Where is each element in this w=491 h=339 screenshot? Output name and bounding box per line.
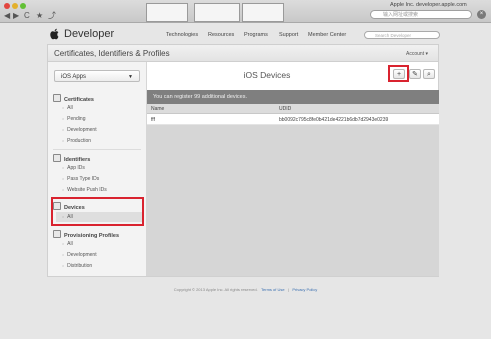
sidebar: iOS Apps ▼ Certificates All Pending Deve…: [48, 62, 147, 276]
chevron-down-icon: ▼: [128, 74, 133, 80]
platform-select[interactable]: iOS Apps ▼: [54, 70, 140, 82]
registration-banner: You can register 99 additional devices.: [147, 90, 439, 104]
tab-thumbnail[interactable]: [242, 3, 284, 22]
nav-resources[interactable]: Resources: [208, 32, 234, 38]
sidebar-item-certificates-production[interactable]: Production: [62, 138, 91, 144]
account-menu[interactable]: Account ▾: [406, 51, 428, 57]
platform-select-value: iOS Apps: [61, 74, 87, 80]
column-header-name[interactable]: Name: [151, 106, 164, 112]
address-bar[interactable]: 输入网址或搜索: [370, 10, 472, 19]
identifier-icon: [53, 154, 61, 162]
nav-technologies[interactable]: Technologies: [166, 32, 198, 38]
nav-member-center[interactable]: Member Center: [308, 32, 346, 38]
apple-logo-icon: [50, 28, 59, 40]
column-header-udid[interactable]: UDID: [279, 106, 291, 112]
sidebar-section-certificates[interactable]: Certificates: [53, 94, 94, 103]
table-header: Name UDID: [147, 104, 439, 114]
device-udid: bb0092c795c8fe0b421de4221b6db7d2943e0239: [279, 117, 389, 123]
nav-programs[interactable]: Programs: [244, 32, 268, 38]
certificate-icon: [53, 94, 61, 102]
sidebar-item-profiles-distribution[interactable]: Distribution: [62, 263, 92, 269]
search-icon[interactable]: ⌕: [423, 69, 435, 79]
sidebar-item-certificates-pending[interactable]: Pending: [62, 116, 85, 122]
page-heading: Certificates, Identifiers & Profiles: [54, 49, 170, 58]
reload-icon[interactable]: C: [24, 12, 30, 20]
device-name: fff: [151, 117, 155, 123]
copyright-text: Copyright © 2013 Apple Inc. All rights r…: [173, 287, 258, 292]
bookmark-icon[interactable]: ★: [36, 12, 43, 20]
sidebar-item-website-push-ids[interactable]: Website Push IDs: [62, 187, 107, 193]
divider: [53, 149, 141, 150]
page-title: Apple Inc. developer.apple.com: [390, 2, 467, 8]
search-input[interactable]: Search Developer: [364, 31, 440, 39]
privacy-link[interactable]: Privacy Policy: [292, 287, 317, 292]
forward-icon[interactable]: ▶: [13, 12, 19, 20]
search-placeholder: Search Developer: [375, 33, 412, 38]
zoom-window-button[interactable]: [20, 3, 26, 9]
empty-table-area: [147, 125, 439, 276]
profile-icon: [53, 230, 61, 238]
devices-highlight-box: [51, 197, 144, 226]
sidebar-section-label: Identifiers: [64, 157, 91, 163]
address-bar-placeholder: 输入网址或搜索: [383, 12, 419, 18]
nav-support[interactable]: Support: [279, 32, 298, 38]
close-icon[interactable]: ×: [477, 10, 486, 19]
section-titlebar: Certificates, Identifiers & Profiles Acc…: [47, 44, 439, 62]
add-button-highlight-box: [388, 65, 409, 82]
content-area: iOS Devices + ✎ ⌕ You can register 99 ad…: [147, 62, 439, 276]
brand-title[interactable]: Developer: [64, 28, 114, 40]
sidebar-section-provisioning-profiles[interactable]: Provisioning Profiles: [53, 230, 119, 239]
sidebar-item-pass-type-ids[interactable]: Pass Type IDs: [62, 176, 99, 182]
tab-thumbnail[interactable]: [194, 3, 240, 22]
tab-thumbnail[interactable]: [146, 3, 188, 22]
share-icon[interactable]: ⤴: [48, 12, 56, 20]
footer: Copyright © 2013 Apple Inc. All rights r…: [0, 287, 491, 292]
edit-icon[interactable]: ✎: [409, 69, 421, 79]
sidebar-item-certificates-all[interactable]: All: [62, 105, 73, 111]
sidebar-item-certificates-development[interactable]: Development: [62, 127, 96, 133]
terms-link[interactable]: Terms of Use: [261, 287, 285, 292]
sidebar-section-identifiers[interactable]: Identifiers: [53, 154, 90, 163]
table-row[interactable]: fff bb0092c795c8fe0b421de4221b6db7d2943e…: [147, 114, 439, 125]
content-title: iOS Devices: [243, 70, 291, 80]
browser-toolbar: ◀ ▶ C ★ ⤴ Apple Inc. developer.apple.com…: [0, 0, 491, 23]
sidebar-item-app-ids[interactable]: App IDs: [62, 165, 85, 171]
sidebar-section-label: Provisioning Profiles: [64, 233, 120, 239]
sidebar-item-profiles-development[interactable]: Development: [62, 252, 96, 258]
footer-separator: |: [287, 287, 289, 292]
back-icon[interactable]: ◀: [4, 12, 10, 20]
site-header: Developer Technologies Resources Program…: [42, 24, 450, 44]
sidebar-section-label: Certificates: [64, 97, 94, 103]
sidebar-item-profiles-all[interactable]: All: [62, 241, 73, 247]
main-panel: iOS Apps ▼ Certificates All Pending Deve…: [47, 62, 439, 277]
close-window-button[interactable]: [4, 3, 10, 9]
minimize-window-button[interactable]: [12, 3, 18, 9]
